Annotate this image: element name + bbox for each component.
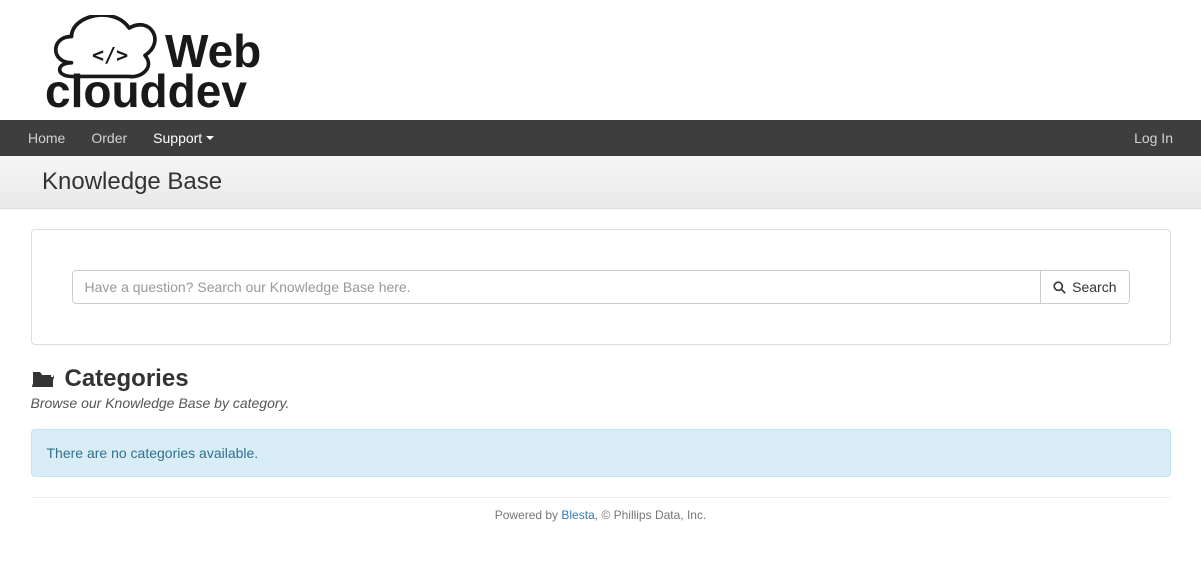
search-input[interactable] (72, 270, 1042, 304)
footer-divider (31, 497, 1171, 498)
cloud-code-logo-icon: </> Web clouddev (40, 15, 290, 110)
categories-heading: Categories (31, 365, 1171, 393)
nav-support-dropdown[interactable]: Support (140, 121, 227, 155)
footer-prefix: Powered by (495, 508, 562, 522)
nav-login[interactable]: Log In (1121, 121, 1186, 155)
brand-logo[interactable]: </> Web clouddev (40, 15, 1201, 110)
header: </> Web clouddev (0, 0, 1201, 120)
empty-categories-text: There are no categories available. (47, 445, 259, 461)
svg-text:</>: </> (92, 43, 128, 67)
footer-suffix: , © Phillips Data, Inc. (595, 508, 707, 522)
search-button[interactable]: Search (1041, 270, 1129, 304)
caret-down-icon (206, 136, 214, 140)
brand-text-line2: clouddev (45, 65, 247, 110)
categories-title: Categories (65, 365, 189, 393)
categories-subtitle: Browse our Knowledge Base by category. (31, 395, 1171, 411)
title-bar: Knowledge Base (0, 156, 1201, 209)
nav-support-label: Support (153, 130, 202, 146)
footer-blesta-link[interactable]: Blesta (561, 508, 594, 522)
footer: Powered by Blesta, © Phillips Data, Inc. (31, 508, 1171, 522)
nav-home[interactable]: Home (15, 121, 78, 155)
search-panel: Search (31, 229, 1171, 345)
main-navbar: Home Order Support Log In (0, 120, 1201, 156)
folder-open-icon (31, 369, 55, 389)
page-title: Knowledge Base (42, 168, 1201, 196)
search-button-label: Search (1072, 279, 1116, 295)
search-icon (1053, 281, 1066, 294)
empty-categories-alert: There are no categories available. (31, 429, 1171, 477)
nav-order[interactable]: Order (78, 121, 140, 155)
